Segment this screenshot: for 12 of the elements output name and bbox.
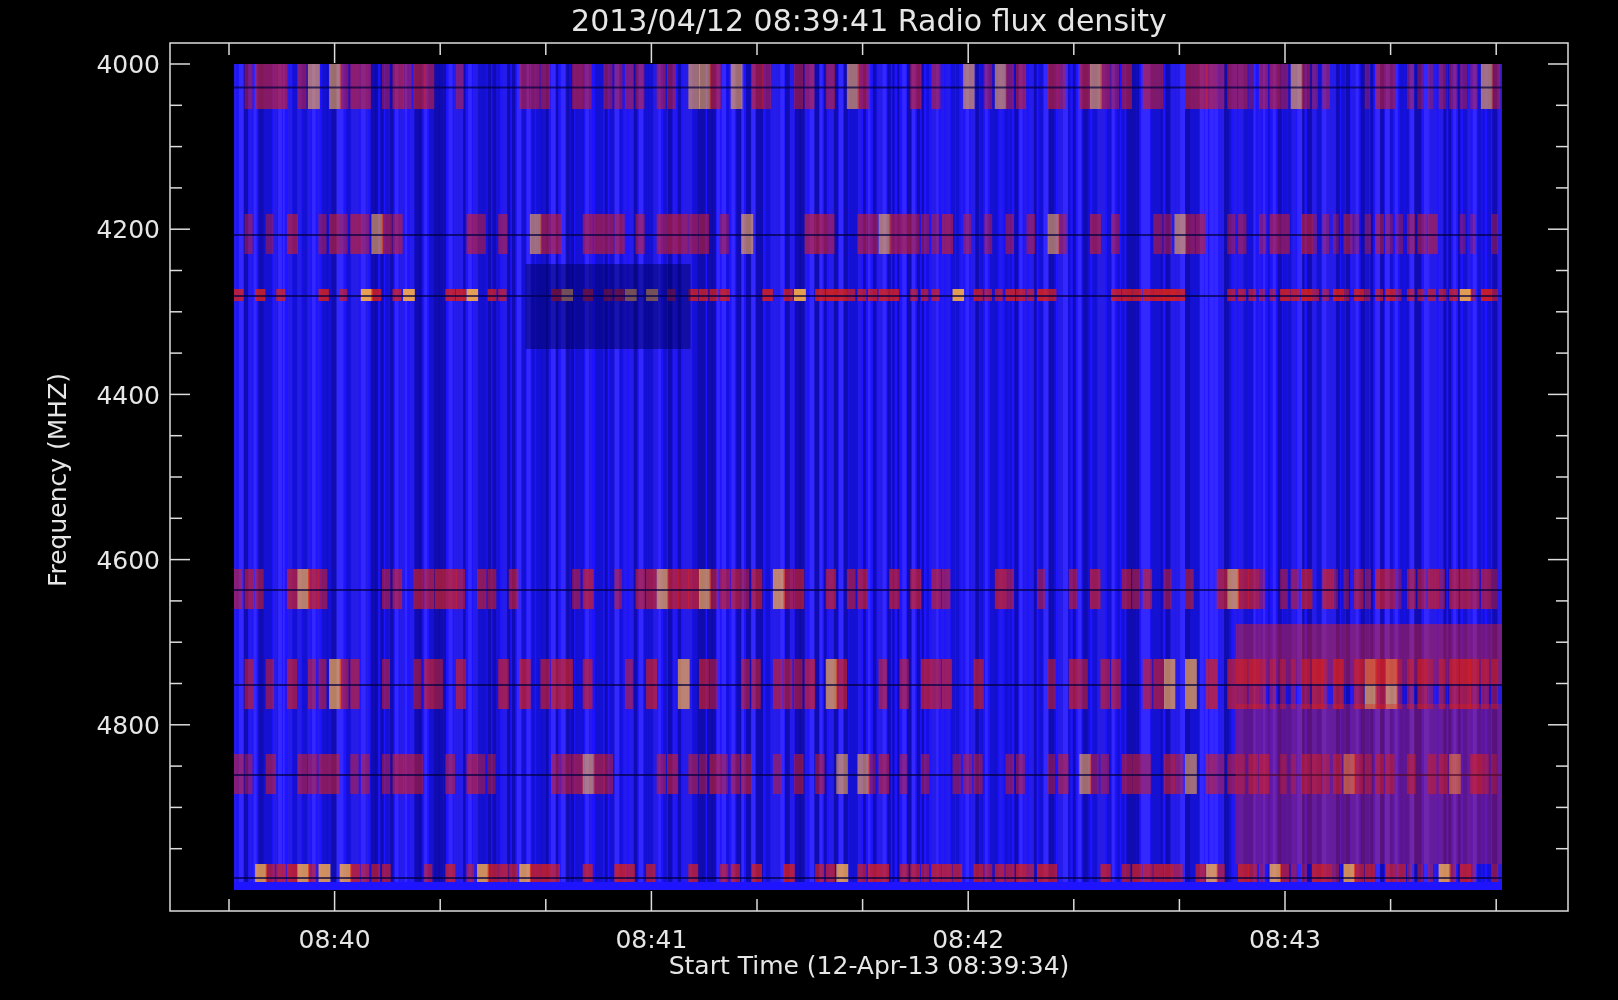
y-tick-label: 4000 (96, 50, 160, 79)
y-axis-label: Frequency (MHZ) (43, 372, 72, 588)
x-tick-label: 08:43 (1249, 925, 1321, 954)
x-tick-label: 08:41 (615, 925, 688, 954)
y-tick-label: 4600 (96, 545, 160, 575)
x-tick-label: 08:42 (932, 925, 1005, 954)
x-tick-label: 08:40 (298, 925, 371, 954)
y-tick-label: 4200 (96, 215, 160, 245)
chart-title: 2013/04/12 08:39:41 Radio flux density (571, 3, 1167, 38)
y-tick-label: 4400 (96, 380, 160, 410)
x-axis-label: Start Time (12-Apr-13 08:39:34) (668, 951, 1070, 980)
y-tick-label: 4800 (96, 711, 160, 741)
